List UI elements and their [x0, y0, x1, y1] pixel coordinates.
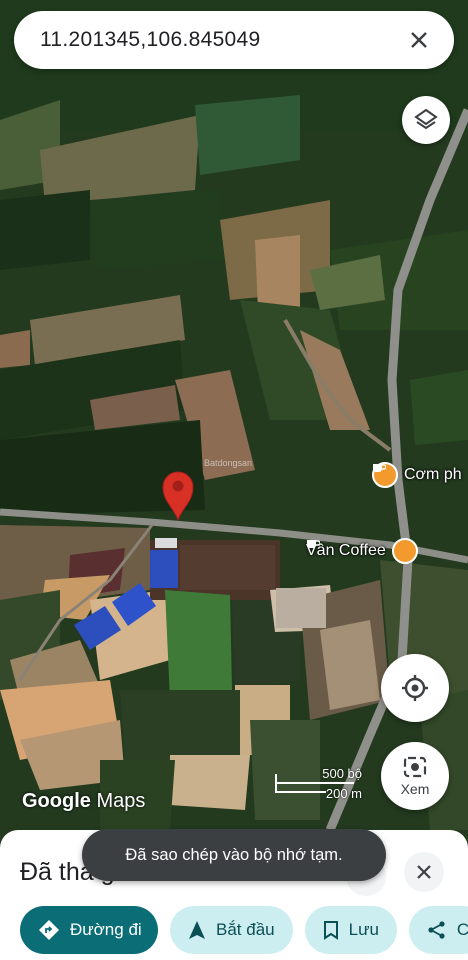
scale-imperial: 500 bộ — [322, 766, 362, 781]
my-location-icon — [402, 675, 428, 701]
share-label: C — [456, 920, 468, 939]
logo-maps: Maps — [96, 790, 146, 812]
map-scale: 500 bộ 200 m — [274, 766, 366, 806]
lens-label: Xem — [400, 781, 430, 797]
poi-van-coffee[interactable]: Vân Coffee — [306, 538, 418, 564]
satellite-map[interactable]: Batdongsan Cơm ph Vân Coffee 500 bộ 200 … — [0, 0, 468, 960]
save-label: Lưu — [348, 920, 379, 939]
close-icon — [411, 32, 427, 48]
bookmark-icon — [323, 920, 339, 940]
directions-button[interactable]: Đường đi — [20, 906, 158, 954]
share-chip[interactable]: C — [408, 906, 468, 954]
scale-metric: 200 m — [325, 786, 362, 801]
navigation-arrow-icon — [188, 920, 206, 940]
start-button[interactable]: Bắt đầu — [170, 906, 293, 954]
layers-button[interactable] — [402, 96, 450, 144]
camera-lens-icon — [403, 756, 427, 778]
close-sheet-button[interactable] — [404, 852, 444, 892]
share-icon — [427, 920, 447, 940]
action-chips: Đường đi Bắt đầu Lưu C — [20, 906, 468, 954]
watermark-text: Batdongsan — [204, 458, 253, 468]
search-query[interactable]: 11.201345,106.845049 — [40, 28, 404, 52]
lens-view-button[interactable]: Xem — [381, 742, 449, 810]
poi-com-pho[interactable]: Cơm ph — [372, 462, 462, 488]
clipboard-toast: Đã sao chép vào bộ nhớ tạm. — [82, 829, 386, 881]
layers-icon — [414, 108, 438, 130]
coffee-icon — [372, 462, 398, 488]
logo-google: Google — [22, 790, 91, 812]
close-icon — [417, 865, 431, 879]
save-button[interactable]: Lưu — [304, 906, 397, 954]
clear-search-button[interactable] — [404, 25, 434, 55]
search-bar[interactable]: 11.201345,106.845049 — [14, 11, 454, 69]
start-label: Bắt đầu — [216, 920, 275, 939]
google-maps-logo: Google Maps — [22, 790, 145, 813]
directions-label: Đường đi — [70, 920, 142, 939]
poi-label: Cơm ph — [404, 466, 462, 483]
my-location-button[interactable] — [381, 654, 449, 722]
directions-icon — [38, 919, 60, 941]
coffee-icon — [307, 538, 418, 564]
